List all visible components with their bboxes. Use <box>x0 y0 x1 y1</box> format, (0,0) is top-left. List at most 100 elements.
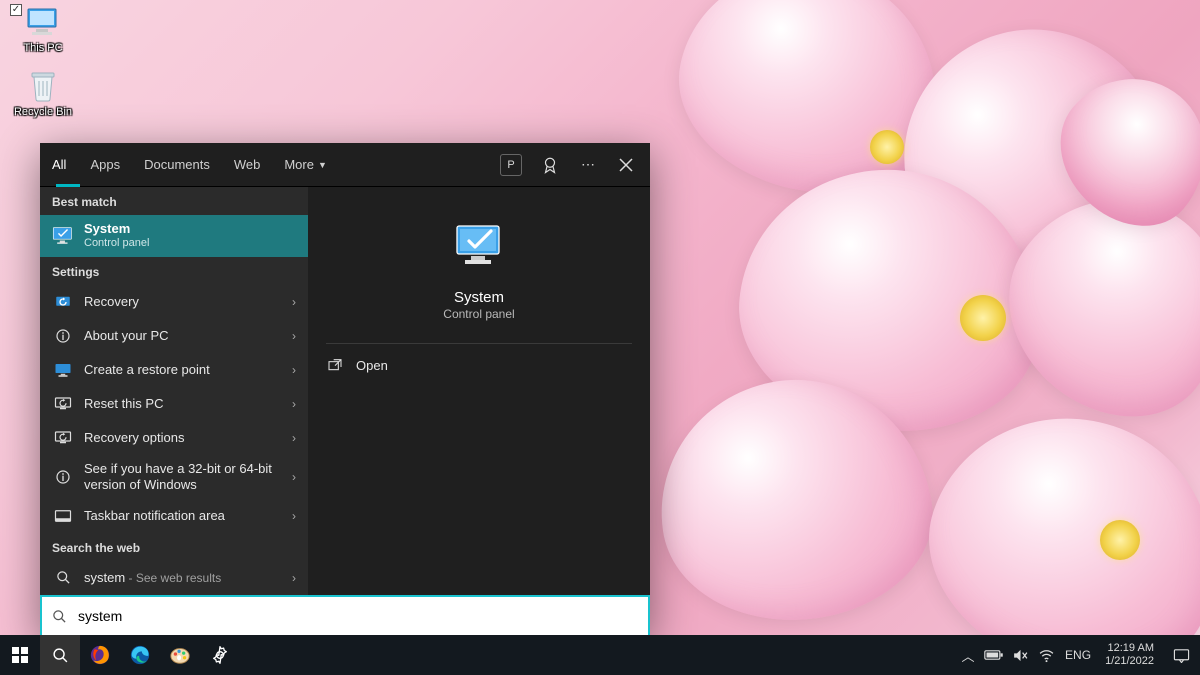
chevron-right-icon: › <box>292 571 296 585</box>
chevron-up-icon: ︿ <box>962 646 975 665</box>
taskbar-search-button[interactable] <box>40 635 80 675</box>
system-icon <box>52 225 74 247</box>
chevron-right-icon: › <box>292 470 296 484</box>
wifi-icon <box>1038 647 1055 664</box>
tray-network[interactable] <box>1033 635 1059 675</box>
best-match-item[interactable]: System Control panel <box>40 215 308 257</box>
badge-icon <box>541 156 559 174</box>
settings-item-restore-point[interactable]: Create a restore point › <box>40 353 308 387</box>
chevron-right-icon: › <box>292 431 296 445</box>
taskbar-app-edge[interactable] <box>120 635 160 675</box>
tray-notifications[interactable] <box>1162 635 1200 675</box>
ellipsis-icon: ⋯ <box>581 156 595 173</box>
tray-volume[interactable] <box>1007 635 1033 675</box>
windows-icon <box>12 647 28 663</box>
search-results-list: Best match System Control panel Settings… <box>40 187 308 635</box>
tray-language[interactable]: ENG <box>1059 648 1097 662</box>
desktop-icon-label: Recycle Bin <box>14 106 72 118</box>
search-icon <box>52 647 69 664</box>
chevron-right-icon: › <box>292 329 296 343</box>
desktop-icon-this-pc[interactable]: ✓ This PC <box>8 2 78 56</box>
chevron-right-icon: › <box>292 363 296 377</box>
taskbar-icon <box>52 505 74 527</box>
section-best-match: Best match <box>40 187 308 215</box>
preview-title: System <box>454 289 504 306</box>
search-tabs: All Apps Documents Web More ▼ P ⋯ <box>40 143 650 187</box>
item-label: About your PC <box>84 328 282 344</box>
tab-documents[interactable]: Documents <box>132 143 222 187</box>
search-preview-pane: System Control panel Open <box>308 187 650 635</box>
tab-label: Apps <box>90 157 120 172</box>
pc-icon <box>25 4 61 40</box>
web-result-label: system - See web results <box>84 570 282 586</box>
recycle-bin-icon <box>25 68 61 104</box>
open-icon <box>326 356 344 374</box>
checkbox-icon: ✓ <box>10 4 22 16</box>
chevron-right-icon: › <box>292 295 296 309</box>
profile-initial: P <box>507 159 514 171</box>
preview-action-open[interactable]: Open <box>308 344 650 386</box>
item-label: Create a restore point <box>84 362 282 378</box>
search-icon <box>52 609 70 624</box>
gear-icon <box>210 645 230 665</box>
monitor-icon <box>52 359 74 381</box>
settings-item-bitness[interactable]: See if you have a 32-bit or 64-bit versi… <box>40 455 308 499</box>
tab-web[interactable]: Web <box>222 143 273 187</box>
section-settings: Settings <box>40 257 308 285</box>
taskbar: ︿ ENG 12:19 AM 1/21/2022 <box>0 635 1200 675</box>
web-result-item[interactable]: system - See web results › <box>40 561 308 595</box>
item-label: See if you have a 32-bit or 64-bit versi… <box>84 461 282 492</box>
recovery-icon <box>52 291 74 313</box>
tab-label: Documents <box>144 157 210 172</box>
taskbar-app-paint[interactable] <box>160 635 200 675</box>
search-input-container[interactable] <box>40 595 650 635</box>
tab-apps[interactable]: Apps <box>78 143 132 187</box>
chevron-down-icon: ▼ <box>318 160 327 170</box>
chevron-right-icon: › <box>292 397 296 411</box>
search-panel: All Apps Documents Web More ▼ P ⋯ Best ma… <box>40 143 650 635</box>
tab-label: More <box>284 157 314 172</box>
settings-item-taskbar-notif[interactable]: Taskbar notification area › <box>40 499 308 533</box>
tray-battery[interactable] <box>981 635 1007 675</box>
close-icon <box>619 158 633 172</box>
rewards-button[interactable] <box>532 147 568 183</box>
more-options-button[interactable]: ⋯ <box>570 147 606 183</box>
item-label: Taskbar notification area <box>84 508 282 524</box>
tab-all[interactable]: All <box>40 143 78 187</box>
desktop-icon-recycle-bin[interactable]: Recycle Bin <box>8 66 78 120</box>
tray-overflow[interactable]: ︿ <box>955 635 981 675</box>
best-match-subtitle: Control panel <box>84 237 149 250</box>
taskbar-app-firefox[interactable] <box>80 635 120 675</box>
language-label: ENG <box>1065 648 1091 662</box>
settings-item-about[interactable]: About your PC › <box>40 319 308 353</box>
settings-item-recovery-options[interactable]: Recovery options › <box>40 421 308 455</box>
date-label: 1/21/2022 <box>1105 655 1154 668</box>
desktop-icon-label: This PC <box>23 42 62 54</box>
settings-item-reset-pc[interactable]: Reset this PC › <box>40 387 308 421</box>
notifications-icon <box>1173 648 1190 663</box>
preview-subtitle: Control panel <box>443 307 514 321</box>
firefox-icon <box>89 644 111 666</box>
info-icon <box>52 325 74 347</box>
section-search-web: Search the web <box>40 533 308 561</box>
system-tray: ︿ ENG 12:19 AM 1/21/2022 <box>955 635 1200 675</box>
tab-label: Web <box>234 157 261 172</box>
tray-clock[interactable]: 12:19 AM 1/21/2022 <box>1097 642 1162 668</box>
chevron-right-icon: › <box>292 509 296 523</box>
item-label: Reset this PC <box>84 396 282 412</box>
system-large-icon <box>451 219 507 275</box>
search-icon <box>52 567 74 589</box>
close-button[interactable] <box>608 147 644 183</box>
desktop: ✓ This PC Recycle Bin All Apps Documents… <box>0 0 1200 675</box>
tab-label: All <box>52 157 66 172</box>
taskbar-app-settings[interactable] <box>200 635 240 675</box>
tab-more[interactable]: More ▼ <box>272 143 339 187</box>
item-label: Recovery options <box>84 430 282 446</box>
action-label: Open <box>356 358 388 373</box>
settings-item-recovery[interactable]: Recovery › <box>40 285 308 319</box>
paint-icon <box>169 644 191 666</box>
start-button[interactable] <box>0 635 40 675</box>
search-input[interactable] <box>78 597 638 635</box>
profile-button[interactable]: P <box>500 154 522 176</box>
edge-icon <box>129 644 151 666</box>
